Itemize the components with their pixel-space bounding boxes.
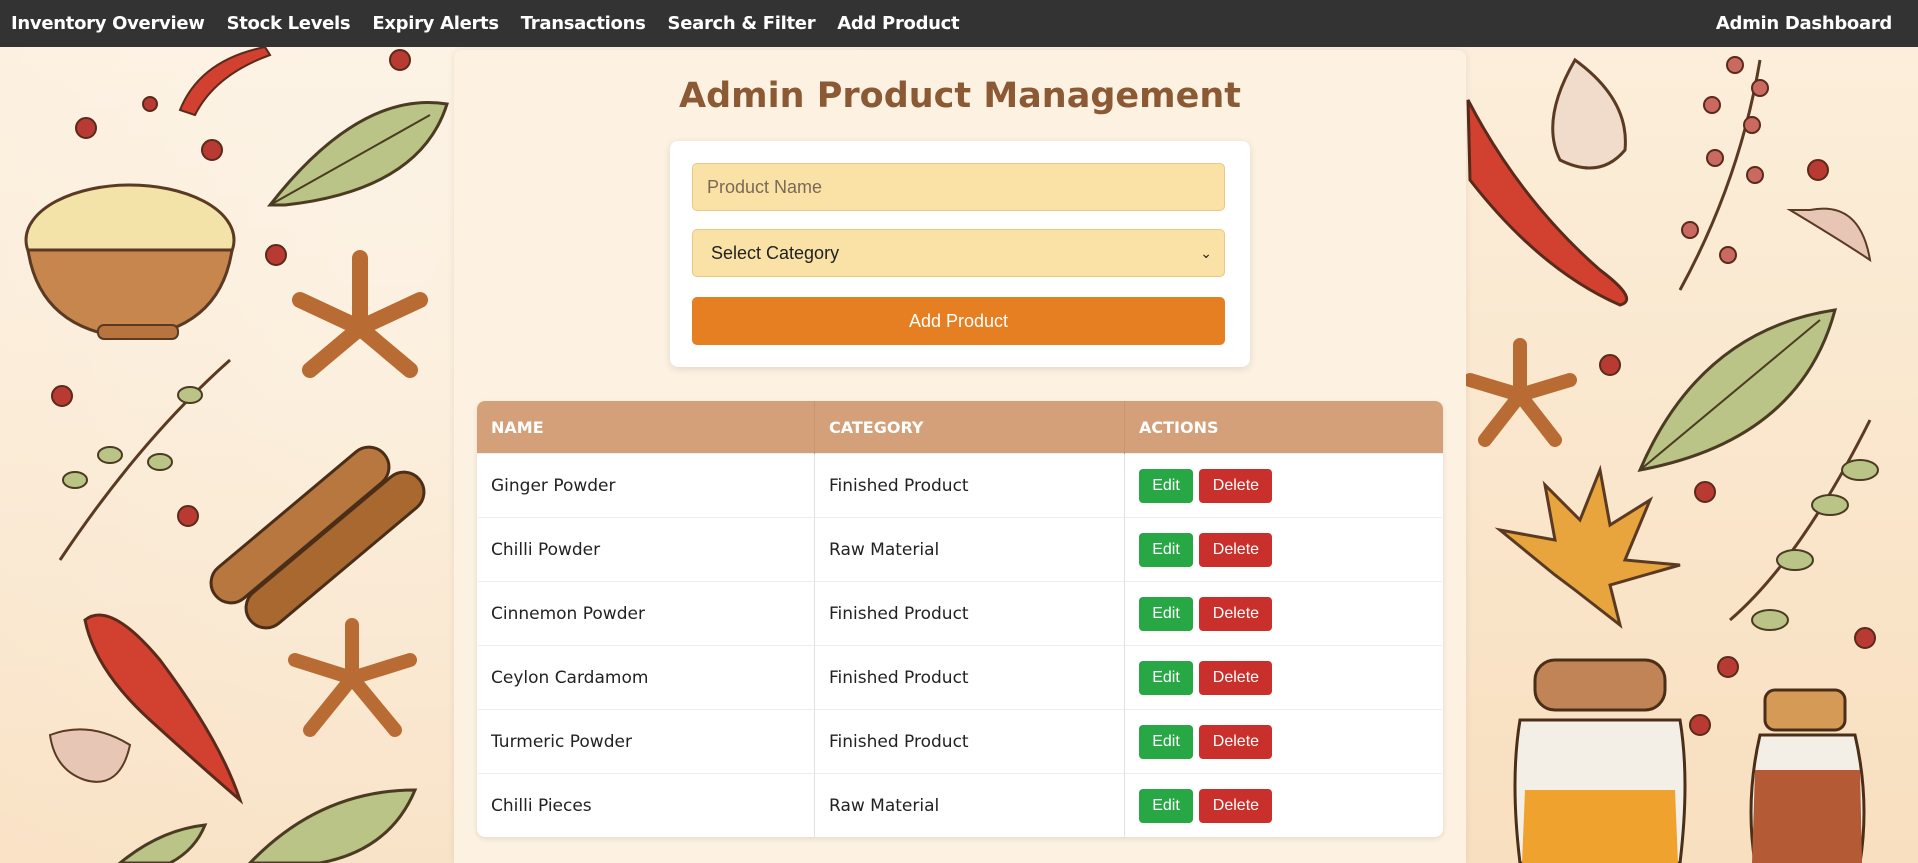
- nav-links: Inventory Overview Stock Levels Expiry A…: [0, 13, 981, 34]
- edit-button[interactable]: Edit: [1139, 724, 1193, 759]
- nav-stock-levels[interactable]: Stock Levels: [227, 13, 351, 34]
- actions-cell: Edit Delete: [1124, 709, 1443, 774]
- product-category-cell: Raw Material: [814, 773, 1125, 837]
- products-table: NAME CATEGORY ACTIONS Ginger Powder Fini…: [477, 401, 1443, 837]
- nav-right: Admin Dashboard: [1716, 13, 1918, 34]
- edit-button[interactable]: Edit: [1139, 660, 1193, 695]
- chevron-down-icon: ⌄: [1200, 244, 1212, 261]
- edit-button[interactable]: Edit: [1139, 788, 1193, 823]
- delete-button[interactable]: Delete: [1199, 788, 1273, 823]
- header-name: NAME: [477, 401, 815, 454]
- product-name-cell: Ceylon Cardamom: [477, 645, 815, 710]
- table-row: Turmeric Powder Finished Product Edit De…: [477, 709, 1443, 774]
- product-name-input[interactable]: [692, 163, 1225, 211]
- maple-spice-illustration: [1494, 464, 1681, 629]
- main-content: Admin Product Management Select Category…: [454, 50, 1466, 863]
- product-category-cell: Finished Product: [814, 709, 1125, 774]
- table-row: Ceylon Cardamom Finished Product Edit De…: [477, 645, 1443, 710]
- table-row: Cinnemon Powder Finished Product Edit De…: [477, 581, 1443, 646]
- product-category-cell: Finished Product: [814, 453, 1125, 518]
- star-anise-illustration-right: [1463, 338, 1577, 447]
- actions-cell: Edit Delete: [1124, 773, 1443, 837]
- nav-transactions[interactable]: Transactions: [521, 13, 646, 34]
- product-name-cell: Cinnemon Powder: [477, 581, 815, 646]
- header-actions: ACTIONS: [1124, 401, 1443, 454]
- actions-cell: Edit Delete: [1124, 581, 1443, 646]
- delete-button[interactable]: Delete: [1199, 596, 1273, 631]
- table-row: Ginger Powder Finished Product Edit Dele…: [477, 453, 1443, 518]
- garlic-illustration-left: [48, 728, 132, 783]
- star-anise-illustration-2: [288, 618, 417, 737]
- product-name-cell: Chilli Powder: [477, 517, 815, 582]
- grain-bowl-illustration: [24, 183, 236, 340]
- herb-sprig-illustration: [58, 358, 231, 561]
- edit-button[interactable]: Edit: [1139, 596, 1193, 631]
- delete-button[interactable]: Delete: [1199, 532, 1273, 567]
- leaf-illustration-bottom-left: [117, 788, 418, 863]
- product-name-cell: Turmeric Powder: [477, 709, 815, 774]
- nav-search-filter[interactable]: Search & Filter: [668, 13, 816, 34]
- nav-inventory-overview[interactable]: Inventory Overview: [11, 13, 205, 34]
- delete-button[interactable]: Delete: [1199, 660, 1273, 695]
- nav-admin-dashboard[interactable]: Admin Dashboard: [1716, 13, 1892, 34]
- bay-leaf-illustration-right: [1637, 308, 1838, 472]
- edit-button[interactable]: Edit: [1139, 532, 1193, 567]
- add-product-form: Select Category ⌄ Add Product: [670, 141, 1250, 367]
- actions-cell: Edit Delete: [1124, 517, 1443, 582]
- product-name-cell: Chilli Pieces: [477, 773, 815, 837]
- add-product-button[interactable]: Add Product: [692, 297, 1225, 345]
- nav-add-product[interactable]: Add Product: [837, 13, 959, 34]
- berry-sprig-illustration: [1678, 56, 1769, 291]
- product-name-cell: Ginger Powder: [477, 453, 815, 518]
- star-anise-illustration: [292, 250, 428, 378]
- table-row: Chilli Powder Raw Material Edit Delete: [477, 517, 1443, 582]
- herb-sprig-illustration-right: [1729, 419, 1879, 631]
- spice-jar-illustration: [1513, 658, 1866, 863]
- edit-button[interactable]: Edit: [1139, 468, 1193, 503]
- cinnamon-illustration: [209, 445, 426, 630]
- products-table-container: NAME CATEGORY ACTIONS Ginger Powder Fini…: [477, 401, 1443, 837]
- page-title: Admin Product Management: [679, 76, 1241, 116]
- header-category: CATEGORY: [814, 401, 1125, 454]
- category-select[interactable]: Select Category ⌄: [692, 229, 1225, 277]
- product-category-cell: Finished Product: [814, 645, 1125, 710]
- category-select-value: Select Category: [711, 242, 840, 263]
- table-header-row: NAME CATEGORY ACTIONS: [477, 401, 1443, 454]
- delete-button[interactable]: Delete: [1199, 724, 1273, 759]
- chili-illustration-top: [178, 45, 272, 117]
- delete-button[interactable]: Delete: [1199, 468, 1273, 503]
- actions-cell: Edit Delete: [1124, 645, 1443, 710]
- product-category-cell: Raw Material: [814, 517, 1125, 582]
- actions-cell: Edit Delete: [1124, 453, 1443, 518]
- peppercorns-right: [1599, 159, 1876, 736]
- product-category-cell: Finished Product: [814, 581, 1125, 646]
- table-row: Chilli Pieces Raw Material Edit Delete: [477, 773, 1443, 837]
- top-navbar: Inventory Overview Stock Levels Expiry A…: [0, 0, 1918, 47]
- nav-expiry-alerts[interactable]: Expiry Alerts: [372, 13, 499, 34]
- bay-leaf-illustration: [266, 101, 449, 207]
